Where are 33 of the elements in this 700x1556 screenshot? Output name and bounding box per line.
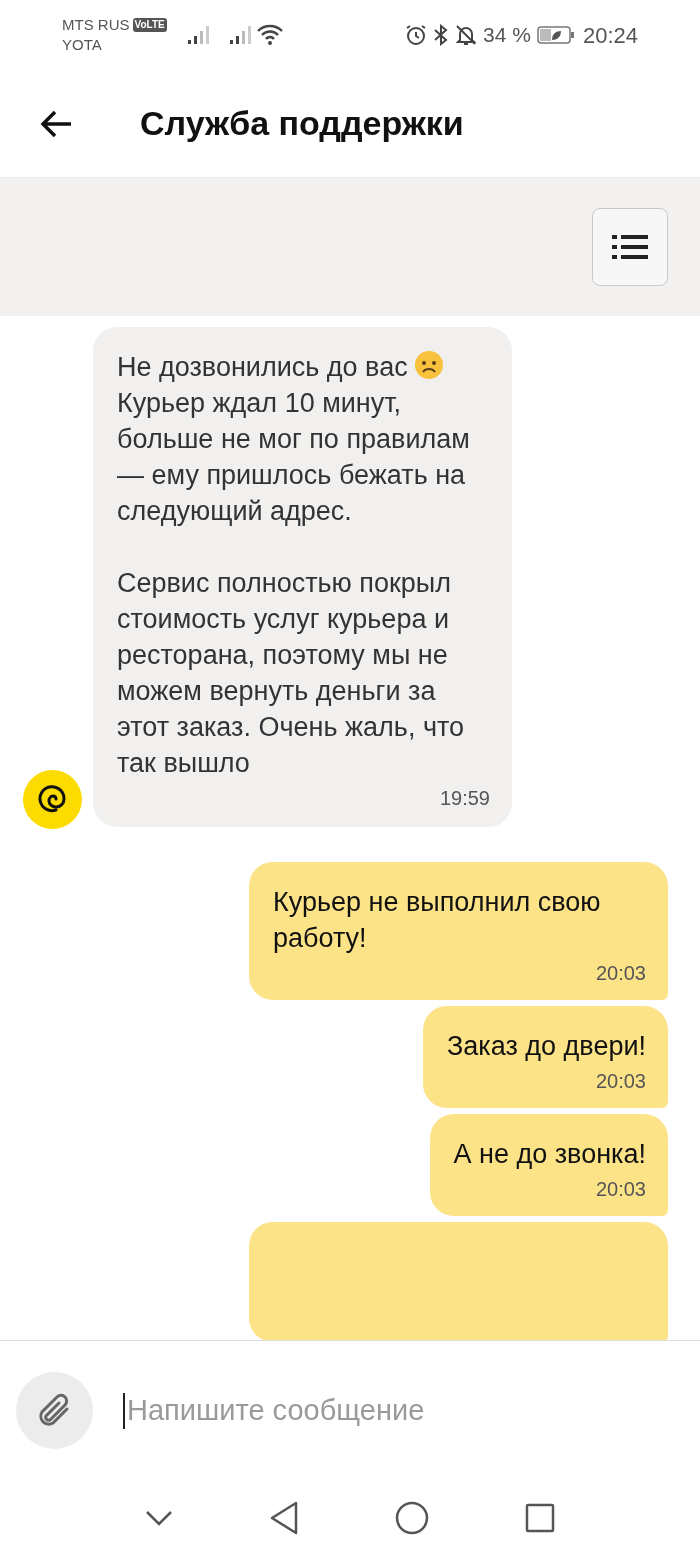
chevron-down-icon[interactable] [145,1510,173,1526]
muted-bell-icon [455,24,478,46]
screen-title: Служба поддержки [140,103,464,144]
bot-avatar-icon [23,770,82,829]
recents-icon[interactable] [525,1503,555,1533]
signal-icon [186,25,211,45]
signal-icon [228,25,253,45]
menu-button[interactable] [592,208,668,286]
message-text: Сервис полностью покрыл стоимость услуг курьера и ресторана, поэтому мы не можем вернуть деньги за этот заказ. Очень жаль, что так вышло [117,568,465,778]
clock-time: 20:24 [582,21,638,50]
message-text: Не дозвонились до вас [117,352,408,382]
message-text: Заказ до двери! [447,1031,646,1061]
message-text: Курьер не выполнил свою работу! [273,887,601,953]
message-time: 20:03 [595,961,646,986]
message-time: 20:03 [595,1069,646,1094]
bluetooth-icon [433,24,450,46]
message-time: 20:03 [595,1177,646,1202]
message-text: Курьер ждал 10 минут, больше не мог по правилам — ему пришлось бежать на следующий адрес. [117,388,470,526]
carrier-name: MTS RUS [62,15,130,35]
wifi-icon [256,24,283,46]
battery-percent: 34 % [483,22,531,49]
back-arrow-icon [39,108,73,139]
alarm-icon [405,24,428,46]
carrier-name: YOTA [62,35,103,55]
volte-badge: VoLTE [132,18,167,32]
message-time: 19:59 [439,786,490,811]
message-field[interactable]: Напишите сообщение [123,1388,684,1433]
home-icon[interactable] [395,1501,429,1535]
back-icon[interactable] [269,1501,299,1535]
battery-icon [536,25,575,45]
message-text: А не до звонка! [453,1139,646,1169]
list-icon [612,235,648,259]
sad-face-icon [413,350,444,380]
